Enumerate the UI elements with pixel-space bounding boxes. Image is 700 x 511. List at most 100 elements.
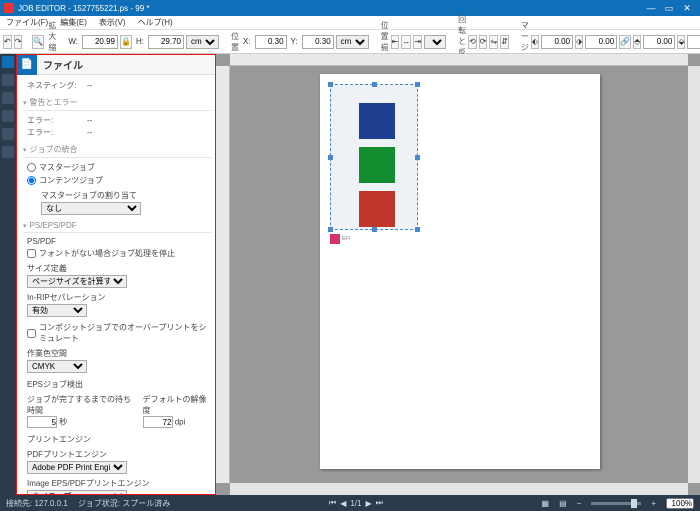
input-height[interactable]	[148, 35, 184, 49]
menu-file[interactable]: ファイル(F)	[0, 17, 54, 28]
input-margin-l[interactable]	[541, 35, 573, 49]
page-next-icon[interactable]: ▶	[365, 499, 371, 508]
input-y[interactable]	[302, 35, 334, 49]
window-title: JOB EDITOR - 1527755221.ps - 99 *	[18, 4, 149, 13]
margin-left-icon: ⬖	[531, 35, 539, 49]
status-connection: 接続先: 127.0.0.1	[6, 498, 68, 509]
input-width[interactable]	[82, 35, 118, 49]
strip-icon-6[interactable]	[2, 146, 14, 158]
zoom-input[interactable]	[666, 498, 694, 509]
status-bar: 接続先: 127.0.0.1 ジョブ状況: スプール済み ⏮ ◀ 1/1 ▶ ⏭…	[0, 495, 700, 511]
strip-icon-3[interactable]	[2, 92, 14, 104]
viewport[interactable]: EFI	[230, 66, 688, 483]
layout-icon-2[interactable]: ▤	[559, 499, 567, 508]
section-warnings[interactable]: 警告とエラー	[23, 97, 207, 108]
margin-top-icon: ⬘	[633, 35, 641, 49]
strip-icon-4[interactable]	[2, 110, 14, 122]
radio-master-job[interactable]	[27, 163, 36, 172]
zoom-in-icon[interactable]: +	[651, 499, 656, 508]
zoom-icon[interactable]: 🔍	[32, 35, 44, 49]
select-img-engine[interactable]: ネイティブ	[27, 490, 127, 495]
minimize-button[interactable]: —	[642, 3, 660, 13]
shape-blue-square[interactable]	[359, 103, 395, 139]
select-pdf-engine[interactable]: Adobe PDF Print Engine	[27, 461, 127, 474]
workspace-label: 作業色空間	[27, 348, 207, 359]
img-engine-label: Image EPS/PDFプリントエンジン	[27, 478, 207, 489]
input-margin-t[interactable]	[643, 35, 675, 49]
select-inrip[interactable]: 有効	[27, 304, 87, 317]
page-last-icon[interactable]: ⏭	[376, 498, 383, 508]
select-unit[interactable]: cm	[186, 35, 219, 49]
overprint-label: コンポジットジョブでのオーバープリントをシミュレート	[39, 322, 207, 344]
flip-h-icon[interactable]: ⇋	[489, 35, 498, 49]
input-wait[interactable]	[27, 416, 57, 428]
nesting-label: ネスティング:	[27, 80, 87, 91]
menu-view[interactable]: 表示(V)	[93, 17, 132, 28]
select-master-assign[interactable]: なし	[41, 202, 141, 215]
section-job-merge[interactable]: ジョブの統合	[23, 144, 207, 155]
select-workspace[interactable]: CMYK	[27, 360, 87, 373]
align-left-icon[interactable]: ⇤	[391, 35, 400, 49]
zoom-slider[interactable]	[591, 502, 641, 505]
dpi-unit: dpi	[175, 418, 186, 427]
label-x: X:	[243, 37, 251, 46]
lock-aspect-icon[interactable]: 🔒	[120, 35, 132, 49]
page-first-icon[interactable]: ⏮	[329, 498, 336, 508]
page[interactable]: EFI	[320, 74, 600, 469]
align-center-icon[interactable]: ↔	[401, 35, 411, 49]
ruler-vertical	[216, 66, 230, 483]
eps-detect-label: EPSジョブ検出	[27, 379, 207, 390]
rotate-right-icon[interactable]: ⟳	[479, 35, 488, 49]
maximize-button[interactable]: ▭	[660, 3, 678, 14]
error1-label: エラー:	[27, 115, 87, 126]
strip-file-icon[interactable]	[2, 56, 14, 68]
input-x[interactable]	[255, 35, 287, 49]
strip-icon-2[interactable]	[2, 74, 14, 86]
label-w: W:	[68, 37, 78, 46]
input-margin-r[interactable]	[585, 35, 617, 49]
menubar: ファイル(F) 編集(E) 表示(V) ヘルプ(H)	[0, 16, 700, 30]
flip-v-icon[interactable]: ⇵	[500, 35, 509, 49]
error2-value: --	[87, 128, 92, 137]
shape-red-square[interactable]	[359, 191, 395, 227]
label-h: H:	[136, 37, 144, 46]
left-icon-strip	[0, 54, 16, 495]
scrollbar-horizontal[interactable]	[230, 483, 688, 495]
margin-link-icon[interactable]: 🔗	[619, 35, 631, 49]
ruler-horizontal	[230, 54, 688, 66]
file-panel-icon: 📄	[17, 55, 37, 75]
redo-icon[interactable]: ↷	[14, 35, 23, 49]
shape-green-square[interactable]	[359, 147, 395, 183]
inrip-label: In-RIPセパレーション	[27, 292, 207, 303]
layout-icon-1[interactable]: ▦	[542, 499, 550, 508]
align-top-icon[interactable]: ⇥	[413, 35, 422, 49]
menu-help[interactable]: ヘルプ(H)	[132, 17, 179, 28]
selection-box[interactable]	[330, 84, 418, 230]
print-engine-label: プリントエンジン	[27, 434, 207, 445]
input-dpi[interactable]	[143, 416, 173, 428]
zoom-out-icon[interactable]: −	[577, 499, 582, 508]
align-dropdown[interactable]	[424, 35, 446, 49]
input-margin-b[interactable]	[687, 35, 700, 49]
titlebar: JOB EDITOR - 1527755221.ps - 99 * — ▭ ✕	[0, 0, 700, 16]
error2-label: エラー:	[27, 127, 87, 138]
dpi-label: デフォルトの解像度	[143, 394, 208, 416]
error1-value: --	[87, 116, 92, 125]
pdf-engine-label: PDFプリントエンジン	[27, 449, 207, 460]
group-pos: 位置	[231, 31, 239, 53]
scrollbar-vertical[interactable]	[688, 66, 700, 483]
nesting-value: --	[87, 81, 92, 90]
size-def-label: サイズ定義	[27, 263, 207, 274]
rotate-left-icon[interactable]: ⟲	[468, 35, 477, 49]
menu-edit[interactable]: 編集(E)	[54, 17, 93, 28]
check-overprint[interactable]	[27, 329, 36, 338]
radio-content-job[interactable]	[27, 176, 36, 185]
strip-icon-5[interactable]	[2, 128, 14, 140]
select-unit-pos[interactable]: cm	[336, 35, 369, 49]
close-button[interactable]: ✕	[678, 3, 696, 14]
undo-icon[interactable]: ↶	[3, 35, 12, 49]
section-ps-eps-pdf[interactable]: PS/EPS/PDF	[23, 221, 207, 230]
page-prev-icon[interactable]: ◀	[340, 499, 346, 508]
check-stop-nofont[interactable]	[27, 249, 36, 258]
select-size-def[interactable]: ページサイズを計算する	[27, 275, 127, 288]
